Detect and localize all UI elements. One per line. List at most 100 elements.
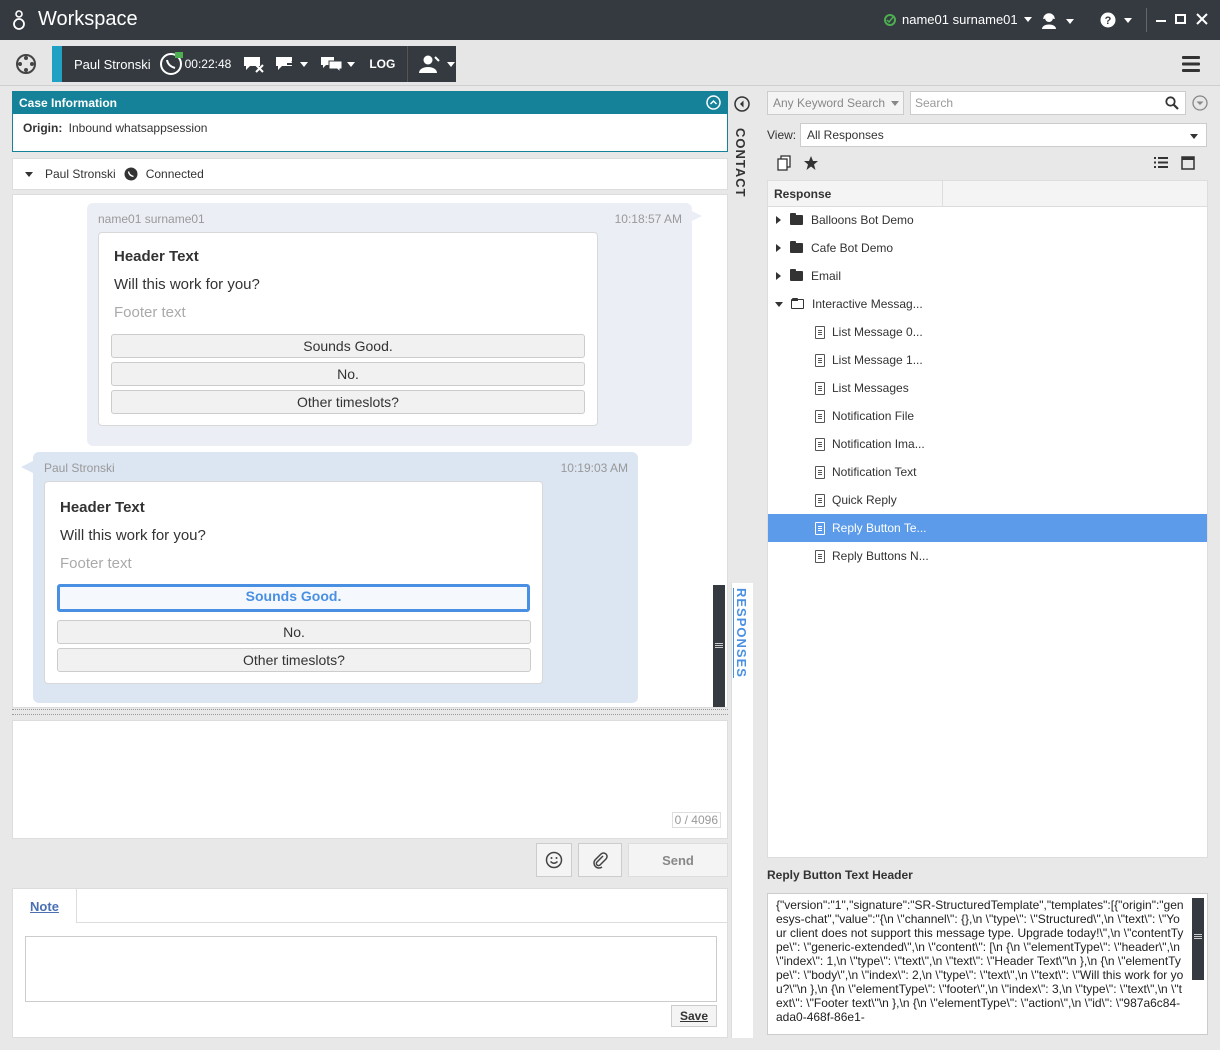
search-input[interactable]: Search <box>910 91 1186 115</box>
chevron-down-icon <box>1190 134 1198 139</box>
tree-folder-row[interactable]: Cafe Bot Demo <box>768 234 1207 262</box>
send-button[interactable]: Send <box>628 843 728 877</box>
attach-file-button[interactable] <box>578 843 622 877</box>
panel-view-icon[interactable] <box>1181 156 1195 170</box>
consult-button[interactable] <box>418 54 456 74</box>
response-doc-icon <box>815 493 825 507</box>
response-column-header[interactable]: Response <box>768 181 943 206</box>
quick-reply-button[interactable]: Sounds Good. <box>111 334 585 358</box>
expand-icon[interactable] <box>776 244 781 252</box>
list-view-icon[interactable] <box>1154 156 1168 169</box>
tree-response-row[interactable]: Quick Reply <box>768 486 1207 514</box>
responses-side-tab[interactable]: RESPONSES <box>734 588 749 678</box>
tree-folder-row[interactable]: Balloons Bot Demo <box>768 206 1207 234</box>
copy-response-icon[interactable] <box>777 155 793 171</box>
scroll-grip-icon <box>1194 934 1202 935</box>
conference-chat-button[interactable] <box>320 55 356 73</box>
tree-response-row[interactable]: List Message 0... <box>768 318 1207 346</box>
help-icon: ? <box>1100 12 1116 28</box>
emoji-button[interactable] <box>536 843 572 877</box>
pane-splitter[interactable] <box>12 709 728 715</box>
tree-response-row[interactable]: Notification File <box>768 402 1207 430</box>
favorite-star-icon[interactable] <box>803 155 821 171</box>
tree-item-label: Reply Button Te... <box>832 521 927 535</box>
tree-item-label: List Message 0... <box>832 325 923 339</box>
response-doc-icon <box>815 521 825 535</box>
view-select[interactable]: All Responses <box>800 123 1207 147</box>
tree-item-label: Email <box>811 269 842 283</box>
customer-message-bubble: Paul Stronski 10:19:03 AM Header Text Wi… <box>33 452 638 703</box>
title-bar: Workspace name01 surname01 ? <box>0 0 1220 40</box>
tree-item-label: Balloons Bot Demo <box>811 213 914 227</box>
separator <box>407 46 409 82</box>
tree-folder-row[interactable]: Interactive Messag... <box>768 290 1207 318</box>
transfer-chat-button[interactable] <box>275 55 309 73</box>
tree-response-row[interactable]: Reply Buttons N... <box>768 542 1207 570</box>
hamburger-menu-icon[interactable] <box>1182 55 1200 73</box>
maximize-icon[interactable] <box>1175 14 1186 24</box>
close-icon[interactable] <box>1196 13 1208 25</box>
help-menu[interactable]: ? <box>1100 12 1132 28</box>
tree-response-row[interactable]: Notification Text <box>768 458 1207 486</box>
emoji-icon <box>545 851 563 869</box>
interaction-bar: Paul Stronski 00:22:48 LOG <box>52 46 456 82</box>
case-information-panel: Case Information Origin: Inbound whatsap… <box>12 91 728 152</box>
ready-status-icon <box>884 13 896 26</box>
interaction-accent <box>52 46 62 82</box>
transcript-scrollbar[interactable] <box>713 585 725 707</box>
user-status-menu[interactable]: name01 surname01 <box>884 12 1032 27</box>
tree-item-label: Notification Text <box>832 465 917 479</box>
tab-note[interactable]: Note <box>13 889 77 923</box>
message-input-area[interactable]: 0 / 4096 <box>12 720 728 839</box>
quick-reply-button[interactable]: Other timeslots? <box>111 390 585 414</box>
conference-chat-icon <box>321 57 343 73</box>
tree-header: Response <box>768 181 1207 207</box>
case-information-title: Case Information <box>19 96 118 110</box>
tree-response-row-selected[interactable]: Reply Button Te... <box>768 514 1207 542</box>
tree-item-label: Notification File <box>832 409 915 423</box>
collapse-tree-icon[interactable] <box>775 301 783 307</box>
interaction-contact-name[interactable]: Paul Stronski <box>74 57 151 72</box>
end-chat-button[interactable] <box>243 55 265 73</box>
search-icon[interactable] <box>1165 96 1179 110</box>
app-title: Workspace <box>38 8 138 30</box>
card-footer-text: Footer text <box>114 304 186 321</box>
card-body-text: Will this work for you? <box>60 527 206 544</box>
card-body-text: Will this work for you? <box>114 276 260 293</box>
quick-reply-button[interactable]: No. <box>111 362 585 386</box>
message-sender: name01 surname01 <box>98 212 205 226</box>
response-tree[interactable]: Response Balloons Bot Demo Cafe Bot Demo… <box>767 180 1208 858</box>
tree-response-row[interactable]: List Message 1... <box>768 346 1207 374</box>
search-options-icon[interactable] <box>1192 95 1208 111</box>
quick-reply-button[interactable]: Other timeslots? <box>57 648 531 672</box>
minimize-icon[interactable] <box>1156 20 1166 22</box>
keyword-search-select[interactable]: Any Keyword Search <box>767 91 904 115</box>
response-preview-title: Reply Button Text Header <box>767 868 913 882</box>
response-preview-text: {"version":"1","signature":"SR-Structure… <box>776 898 1184 1024</box>
svg-text:?: ? <box>1105 15 1112 27</box>
expand-icon[interactable] <box>776 272 781 280</box>
preview-scrollbar[interactable] <box>1192 898 1204 980</box>
collapse-icon[interactable] <box>706 95 721 110</box>
agent-status-menu[interactable] <box>1040 12 1074 30</box>
tree-response-row[interactable]: List Messages <box>768 374 1207 402</box>
quick-reply-button-selected[interactable]: Sounds Good. <box>57 584 530 612</box>
note-panel: Note Save <box>12 888 728 1038</box>
contact-side-tab[interactable]: CONTACT <box>733 128 748 198</box>
tree-folder-row[interactable]: Email <box>768 262 1207 290</box>
response-doc-icon <box>815 465 825 479</box>
log-button[interactable]: LOG <box>369 57 395 71</box>
companion-icon[interactable] <box>15 53 37 75</box>
chat-transcript[interactable]: name01 surname01 10:18:57 AM Header Text… <box>12 194 728 708</box>
save-note-button[interactable]: Save <box>671 1005 717 1027</box>
paperclip-icon <box>593 852 608 869</box>
tree-response-row[interactable]: Notification Ima... <box>768 430 1207 458</box>
origin-value: Inbound whatsappsession <box>68 121 208 135</box>
message-sender: Paul Stronski <box>44 461 115 475</box>
expand-icon[interactable] <box>776 216 781 224</box>
quick-reply-button[interactable]: No. <box>57 620 531 644</box>
chat-participant-header[interactable]: Paul Stronski Connected <box>12 158 728 190</box>
note-textarea[interactable] <box>25 936 717 1002</box>
collapse-left-icon[interactable] <box>734 96 750 112</box>
response-preview[interactable]: {"version":"1","signature":"SR-Structure… <box>767 893 1208 1035</box>
